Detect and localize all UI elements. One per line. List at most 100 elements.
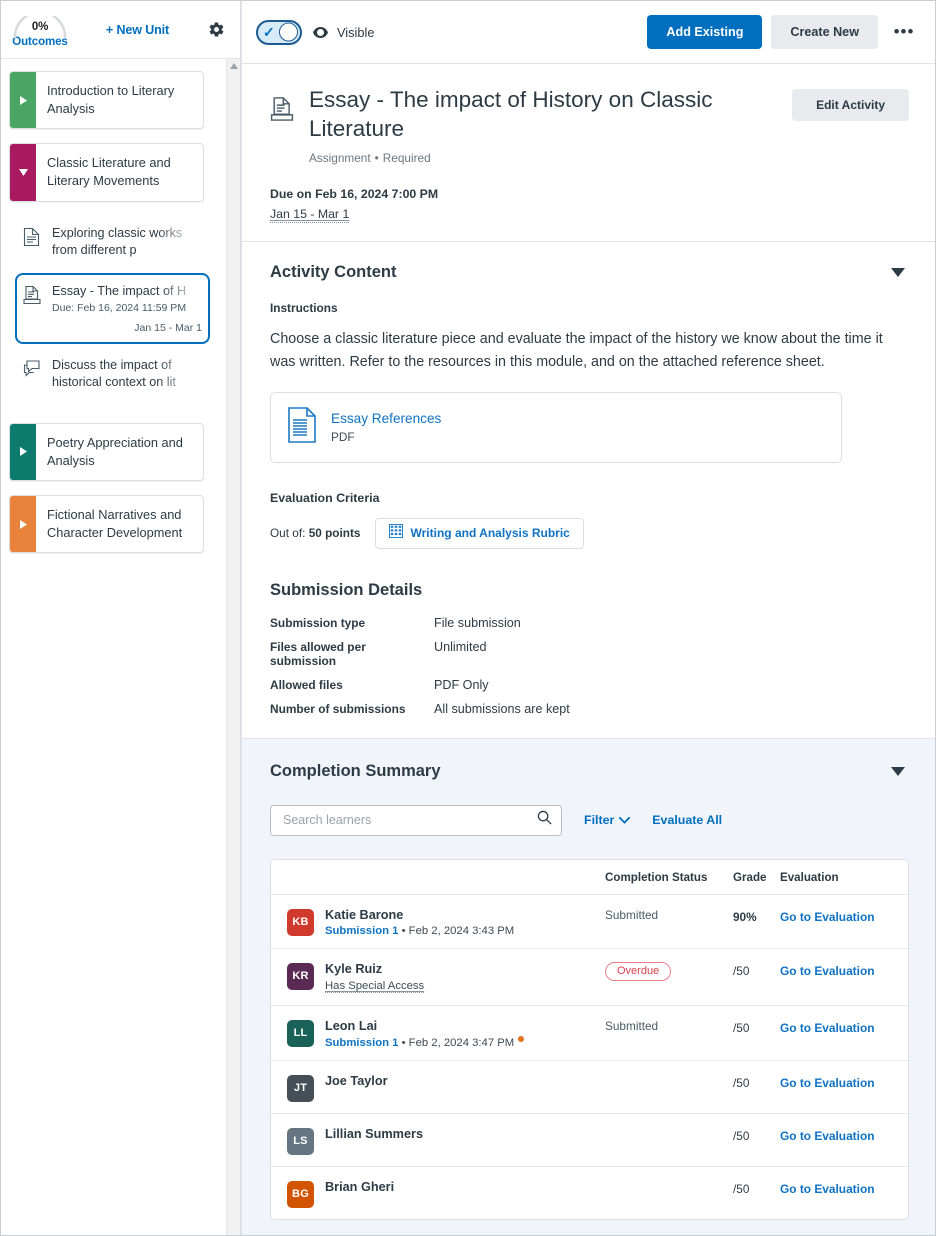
learner-table: Completion Status Grade Evaluation KB Ka…	[270, 859, 909, 1220]
learner-name: Kyle Ruiz	[325, 962, 424, 976]
outcomes-gauge[interactable]: 0% Outcomes	[7, 12, 73, 48]
learner-cell: BG Brian Gheri	[287, 1178, 605, 1208]
more-options-icon[interactable]: •••	[889, 17, 919, 47]
activity-type: Assignment	[309, 151, 371, 165]
evaluation-criteria-row: Out of: 50 points	[270, 518, 909, 549]
sidebar-activity-essay[interactable]: Essay - The impact of H Due: Feb 16, 202…	[15, 273, 210, 344]
table-row[interactable]: LS Lillian Summers /50 Go to Evaluation	[271, 1113, 908, 1166]
sidebar-unit-poetry[interactable]: Poetry Appreciation and Analysis	[9, 423, 204, 481]
main-panel: ✓ Visible Add Existing Create New •••	[241, 1, 935, 1235]
table-row[interactable]: KB Katie Barone Submission 1 • Feb 2, 20…	[271, 894, 908, 948]
visibility-toggle[interactable]: ✓	[256, 20, 302, 45]
sidebar-activity-exploring[interactable]: Exploring classic works from different p	[17, 216, 204, 269]
submission-link[interactable]: Submission 1	[325, 1037, 398, 1049]
detail-key: Allowed files	[270, 678, 434, 692]
rubric-button[interactable]: Writing and Analysis Rubric	[375, 518, 584, 549]
special-access-label[interactable]: Has Special Access	[325, 980, 424, 993]
unit-expand-toggle[interactable]	[10, 496, 36, 552]
attachment-name: Essay References	[331, 411, 441, 426]
new-unit-button[interactable]: + New Unit	[73, 23, 202, 37]
col-header-grade: Grade	[733, 871, 780, 884]
sidebar-activity-discussion[interactable]: Discuss the impact of historical context…	[17, 348, 204, 401]
learner-info: Katie Barone Submission 1 • Feb 2, 2024 …	[325, 906, 514, 937]
unit-title: Poetry Appreciation and Analysis	[36, 424, 203, 480]
out-of-value: 50 points	[309, 526, 361, 540]
submission-details-title: Submission Details	[270, 581, 909, 600]
sidebar-unit-classic-literature[interactable]: Classic Literature and Literary Movement…	[9, 143, 204, 201]
toggle-knob	[279, 23, 298, 42]
gear-icon[interactable]	[202, 16, 230, 44]
sidebar-unit-introduction[interactable]: Introduction to Literary Analysis	[9, 71, 204, 129]
create-new-button[interactable]: Create New	[771, 15, 878, 49]
learner-name: Brian Gheri	[325, 1180, 394, 1194]
evaluation-criteria-title: Evaluation Criteria	[270, 491, 909, 505]
search-input[interactable]	[283, 813, 537, 827]
learner-cell: LL Leon Lai Submission 1 • Feb 2, 2024 3…	[287, 1017, 605, 1049]
evaluate-all-button[interactable]: Evaluate All	[652, 813, 722, 827]
activity-due: Due: Feb 16, 2024 11:59 PM	[52, 302, 202, 314]
filter-button[interactable]: Filter	[584, 813, 630, 827]
learner-cell: KR Kyle Ruiz Has Special Access	[287, 960, 605, 994]
sidebar-unit-fictional[interactable]: Fictional Narratives and Character Devel…	[9, 495, 204, 553]
grade-cell: /50	[733, 1178, 780, 1196]
learner-submission: Submission 1 • Feb 2, 2024 3:47 PM	[325, 1036, 524, 1049]
chevron-down-icon[interactable]	[887, 262, 909, 284]
search-icon[interactable]	[537, 810, 552, 830]
unit-expand-toggle[interactable]	[10, 424, 36, 480]
grade-cell: /50	[733, 1125, 780, 1143]
grid-icon	[389, 524, 403, 543]
table-row[interactable]: LL Leon Lai Submission 1 • Feb 2, 2024 3…	[271, 1005, 908, 1060]
table-row[interactable]: JT Joe Taylor /50 Go to Evaluation	[271, 1060, 908, 1113]
activity-content-header: Activity Content	[270, 262, 909, 284]
separator-dot: •	[375, 151, 379, 165]
activity-subtitle: Assignment•Required	[309, 151, 779, 165]
col-header-evaluation: Evaluation	[780, 871, 892, 884]
go-to-evaluation-link[interactable]: Go to Evaluation	[780, 1178, 892, 1196]
attachment-meta: Essay References PDF	[331, 411, 441, 444]
detail-key: Files allowed per submission	[270, 640, 434, 668]
add-existing-button[interactable]: Add Existing	[647, 15, 762, 49]
instructions-label: Instructions	[270, 301, 909, 315]
instructions-text: Choose a classic literature piece and ev…	[270, 328, 909, 374]
go-to-evaluation-link[interactable]: Go to Evaluation	[780, 960, 892, 978]
detail-key: Number of submissions	[270, 702, 434, 716]
search-learners-box[interactable]	[270, 805, 562, 836]
status-text: Submitted	[605, 1015, 658, 1033]
sidebar-scrollbar[interactable]	[226, 59, 240, 1235]
activity-text: Discuss the impact of historical context…	[52, 357, 198, 392]
activity-content-section: Activity Content Instructions Choose a c…	[242, 242, 935, 738]
grade-cell: 90%	[733, 906, 780, 924]
unit-collapse-toggle[interactable]	[10, 144, 36, 200]
scroll-up-icon[interactable]	[227, 59, 240, 73]
go-to-evaluation-link[interactable]: Go to Evaluation	[780, 906, 892, 924]
edit-activity-button[interactable]: Edit Activity	[792, 89, 909, 121]
pdf-file-icon	[287, 407, 317, 448]
learner-controls: Filter Evaluate All	[270, 805, 909, 836]
detail-value: Unlimited	[434, 640, 909, 668]
status-cell: Submitted	[605, 906, 733, 924]
go-to-evaluation-link[interactable]: Go to Evaluation	[780, 1125, 892, 1143]
chevron-down-icon	[619, 813, 630, 827]
table-row[interactable]: KR Kyle Ruiz Has Special Access Overdue …	[271, 948, 908, 1005]
learner-name: Joe Taylor	[325, 1074, 388, 1088]
go-to-evaluation-link[interactable]: Go to Evaluation	[780, 1017, 892, 1035]
table-row[interactable]: BG Brian Gheri /50 Go to Evaluation	[271, 1166, 908, 1219]
unit-title: Classic Literature and Literary Movement…	[36, 144, 203, 200]
table-header-row: Completion Status Grade Evaluation	[271, 860, 908, 894]
out-of-text: Out of: 50 points	[270, 526, 361, 540]
filter-label: Filter	[584, 813, 614, 827]
submission-link[interactable]: Submission 1	[325, 925, 398, 937]
go-to-evaluation-link[interactable]: Go to Evaluation	[780, 1072, 892, 1090]
attachment-card[interactable]: Essay References PDF	[270, 392, 842, 463]
check-icon: ✓	[263, 25, 275, 39]
learner-name: Leon Lai	[325, 1019, 524, 1033]
visible-label: Visible	[337, 25, 374, 40]
activity-text: Essay - The impact of H Due: Feb 16, 202…	[52, 283, 202, 334]
availability-date-range[interactable]: Jan 15 - Mar 1	[270, 207, 349, 223]
chevron-down-icon[interactable]	[887, 761, 909, 783]
status-text: Submitted	[605, 904, 658, 922]
unit-expand-toggle[interactable]	[10, 72, 36, 128]
avatar: JT	[287, 1075, 314, 1102]
unit-title: Introduction to Literary Analysis	[36, 72, 203, 128]
sidebar: 0% Outcomes + New Unit	[1, 1, 241, 1235]
